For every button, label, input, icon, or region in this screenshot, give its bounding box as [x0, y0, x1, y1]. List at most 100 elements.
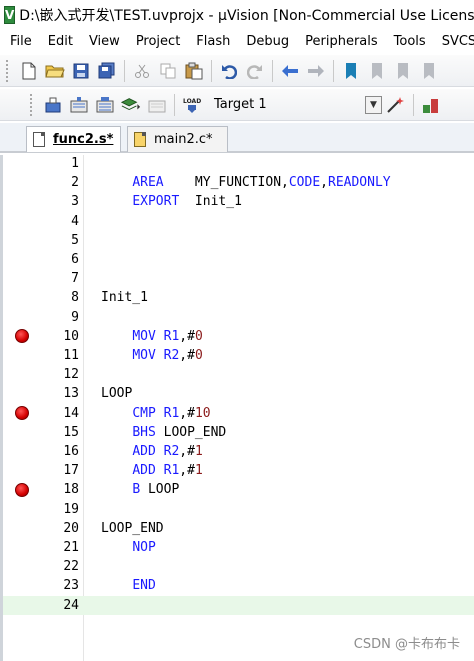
- target-select[interactable]: Target 1 ▼: [211, 94, 383, 116]
- keyword-token: BHS: [132, 424, 156, 440]
- code-text: NOP: [101, 538, 155, 557]
- cut-icon[interactable]: [132, 61, 152, 81]
- code-line[interactable]: 18 B LOOP: [3, 480, 474, 499]
- code-line[interactable]: 13 LOOP: [3, 384, 474, 403]
- build-toolbar: LOAD Target 1 ▼: [0, 89, 474, 121]
- bookmark-next-icon[interactable]: [393, 61, 413, 81]
- code-line[interactable]: 6: [3, 250, 474, 269]
- tab-main2-c[interactable]: main2.c*: [127, 126, 228, 152]
- menu-debug[interactable]: Debug: [236, 34, 289, 49]
- line-number: 19: [63, 501, 79, 517]
- menu-tools[interactable]: Tools: [384, 34, 426, 49]
- translate-icon[interactable]: [43, 95, 63, 115]
- code-line[interactable]: 19: [3, 500, 474, 519]
- code-line[interactable]: 15 BHS LOOP_END: [3, 423, 474, 442]
- line-number: 23: [63, 578, 79, 594]
- save-all-icon[interactable]: [97, 61, 117, 81]
- code-line[interactable]: 4: [3, 212, 474, 231]
- code-token: Init_1: [101, 290, 148, 306]
- keyword-token: ADD: [132, 463, 156, 479]
- code-text: BHS LOOP_END: [101, 423, 226, 442]
- code-line[interactable]: 9: [3, 308, 474, 327]
- line-number: 11: [63, 348, 79, 363]
- code-editor[interactable]: 1 2 AREA MY_FUNCTION,CODE,READONLY 3 EXPOR…: [0, 155, 474, 661]
- menu-peripherals[interactable]: Peripherals: [295, 34, 378, 49]
- build-icon[interactable]: [69, 95, 89, 115]
- target-options-magic-wand-icon[interactable]: [386, 95, 406, 115]
- chevron-down-icon[interactable]: ▼: [365, 95, 382, 114]
- code-line[interactable]: 2 AREA MY_FUNCTION,CODE,READONLY: [3, 173, 474, 192]
- code-token: LOOP: [140, 482, 180, 498]
- code-line[interactable]: 21 NOP: [3, 538, 474, 557]
- code-line[interactable]: 5: [3, 231, 474, 250]
- line-number: 1: [71, 156, 79, 171]
- menu-file[interactable]: File: [0, 34, 32, 49]
- paste-icon[interactable]: [184, 61, 204, 81]
- stop-build-icon[interactable]: [147, 95, 167, 115]
- file-toolbar: [0, 55, 474, 87]
- manage-components-icon[interactable]: [421, 95, 441, 115]
- code-line[interactable]: 12: [3, 365, 474, 384]
- line-number: 6: [71, 252, 79, 267]
- tab-func2-s[interactable]: func2.s*: [26, 126, 121, 152]
- uvision-app-icon: V: [4, 5, 16, 24]
- code-line[interactable]: 7: [3, 269, 474, 288]
- code-line[interactable]: 17 ADD R1,#1: [3, 461, 474, 480]
- open-folder-icon[interactable]: [45, 61, 65, 81]
- code-line[interactable]: 14 CMP R1,#10: [3, 404, 474, 423]
- toolbar-separator: [124, 59, 125, 82]
- keyword-token: R2: [163, 444, 180, 459]
- copy-icon[interactable]: [158, 61, 178, 81]
- batch-build-icon[interactable]: [121, 95, 141, 115]
- keyword-token: R1: [163, 405, 180, 421]
- code-line[interactable]: 20 LOOP_END: [3, 519, 474, 538]
- code-line[interactable]: 24: [3, 595, 474, 615]
- code-text: ADD R2,#1: [101, 442, 202, 461]
- toolbar-grip[interactable]: [6, 59, 10, 82]
- navigate-back-icon[interactable]: [280, 61, 300, 81]
- breakpoint-icon[interactable]: [15, 329, 29, 344]
- menu-flash[interactable]: Flash: [186, 34, 230, 49]
- bookmark-icon[interactable]: [341, 61, 361, 81]
- csdn-watermark: CSDN @卡布布卡: [353, 637, 460, 652]
- code-line[interactable]: 16 ADD R2,#1: [3, 442, 474, 461]
- line-number: 16: [63, 444, 79, 459]
- bookmark-prev-icon[interactable]: [367, 61, 387, 81]
- new-file-icon[interactable]: [19, 61, 39, 81]
- toolbar-grip[interactable]: [30, 93, 34, 116]
- code-token: ,#: [179, 463, 195, 479]
- code-line[interactable]: 8 Init_1: [3, 288, 474, 307]
- breakpoint-icon[interactable]: [15, 482, 29, 497]
- code-line[interactable]: 11 MOV R2,#0: [3, 346, 474, 365]
- save-icon[interactable]: [71, 61, 91, 81]
- bookmark-clear-icon[interactable]: [419, 61, 439, 81]
- navigate-forward-icon[interactable]: [306, 61, 326, 81]
- code-token: Init_1: [179, 194, 242, 210]
- code-text: LOOP_END: [101, 519, 164, 538]
- menu-svcs[interactable]: SVCS: [432, 34, 474, 49]
- redo-icon[interactable]: [245, 61, 265, 81]
- code-line[interactable]: 1: [3, 154, 474, 173]
- tab-label: main2.c*: [154, 132, 213, 147]
- line-number: 22: [63, 559, 79, 575]
- code-line[interactable]: 23 END: [3, 576, 474, 595]
- menu-edit[interactable]: Edit: [38, 34, 73, 49]
- breakpoint-icon[interactable]: [15, 406, 29, 421]
- undo-icon[interactable]: [219, 61, 239, 81]
- code-line[interactable]: 10 MOV R1,#0: [3, 327, 474, 346]
- rebuild-icon[interactable]: [95, 95, 115, 115]
- download-load-icon[interactable]: LOAD: [182, 95, 202, 115]
- keyword-token: ADD: [132, 444, 156, 459]
- code-line[interactable]: 3 EXPORT Init_1: [3, 192, 474, 211]
- menu-view[interactable]: View: [79, 34, 120, 49]
- code-text: Init_1: [101, 288, 148, 307]
- menu-project[interactable]: Project: [126, 34, 180, 49]
- code-line[interactable]: 22: [3, 557, 474, 576]
- keyword-token: END: [132, 578, 156, 594]
- menu-bar: File Edit View Project Flash Debug Peripherals…: [0, 29, 474, 53]
